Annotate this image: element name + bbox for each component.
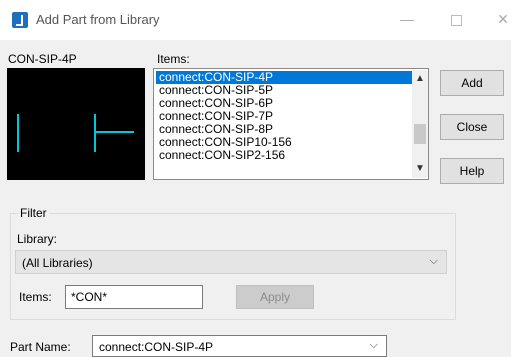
chevron-down-icon: ⌵ <box>429 255 438 267</box>
scroll-up-icon[interactable]: ▲ <box>412 72 428 86</box>
maximize-button[interactable] <box>441 6 471 32</box>
library-dropdown[interactable]: (All Libraries) ⌵ <box>15 250 447 274</box>
part-preview <box>7 68 145 180</box>
preview-pin-line <box>94 114 96 152</box>
filter-group-label: Filter <box>18 206 49 220</box>
minimize-button[interactable]: — <box>392 6 422 32</box>
preview-pin-line <box>17 114 19 152</box>
items-scrollbar[interactable]: ▲ ▼ <box>412 70 428 178</box>
close-button[interactable]: Close <box>440 114 504 140</box>
add-button[interactable]: Add <box>440 70 504 96</box>
help-button[interactable]: Help <box>440 158 504 184</box>
preview-pin-lead <box>94 131 134 133</box>
preview-part-label: CON-SIP-4P <box>8 52 77 66</box>
close-window-button[interactable]: ✕ <box>488 6 511 32</box>
items-list: connect:CON-SIP-4P connect:CON-SIP-5P co… <box>156 71 412 162</box>
items-filter-input[interactable] <box>65 285 203 309</box>
scrollbar-thumb[interactable] <box>414 124 426 144</box>
apply-button[interactable]: Apply <box>236 285 314 309</box>
items-listbox[interactable]: connect:CON-SIP-4P connect:CON-SIP-5P co… <box>153 68 429 180</box>
chevron-down-icon: ⌵ <box>369 339 378 351</box>
library-label: Library: <box>17 232 58 246</box>
items-list-label: Items: <box>157 52 190 66</box>
window-title: Add Part from Library <box>36 12 160 27</box>
items-filter-label: Items: <box>19 290 52 304</box>
library-dropdown-value: (All Libraries) <box>22 256 93 270</box>
title-bar: Add Part from Library — ✕ <box>0 0 511 40</box>
library-app-icon <box>12 12 28 28</box>
scroll-down-icon[interactable]: ▼ <box>412 162 428 176</box>
maximize-icon <box>450 14 462 26</box>
part-name-label: Part Name: <box>10 340 71 354</box>
list-item[interactable]: connect:CON-SIP2-156 <box>156 149 412 162</box>
part-name-value: connect:CON-SIP-4P <box>99 340 214 354</box>
